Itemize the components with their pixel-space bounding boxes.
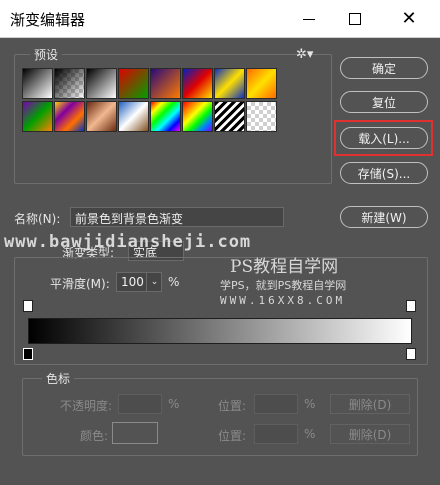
opacity-location-label: 位置:	[218, 399, 247, 413]
preset-swatch-fg-bg[interactable]	[22, 68, 53, 99]
preset-swatch-black-white[interactable]	[86, 68, 117, 99]
watermark-domain: WWW.16XX8.COM	[220, 294, 346, 307]
close-icon: ✕	[401, 8, 417, 29]
ok-button[interactable]: 确定	[340, 57, 428, 79]
new-button[interactable]: 新建(W)	[340, 206, 428, 228]
preset-swatch-transparent-rainbow[interactable]	[182, 101, 213, 132]
maximize-button[interactable]	[332, 0, 378, 38]
color-stop-left[interactable]	[23, 348, 33, 360]
gradient-preview-bar[interactable]	[28, 318, 412, 344]
color-stops-label: 色标	[42, 370, 75, 387]
opacity-unit: %	[168, 397, 180, 411]
color-swatch[interactable]	[112, 422, 158, 444]
smoothness-label: 平滑度(M):	[50, 277, 110, 291]
preset-swatch-grid	[22, 68, 322, 136]
presets-gear-icon[interactable]: ✲▾	[296, 47, 313, 62]
preset-swatch-copper[interactable]	[86, 101, 117, 132]
opacity-stop-left[interactable]	[23, 300, 33, 312]
color-location-label: 位置:	[218, 429, 247, 443]
preset-swatch-red-green[interactable]	[118, 68, 149, 99]
preset-swatch-violet-green-orange[interactable]	[22, 101, 53, 132]
color-stops-group	[22, 378, 418, 456]
watermark-url: www.bawjidiansheji.com	[4, 232, 252, 252]
opacity-stop-right[interactable]	[406, 300, 416, 312]
preset-swatch-spectrum[interactable]	[150, 101, 181, 132]
color-stop-right[interactable]	[406, 348, 416, 360]
color-label: 颜色:	[80, 429, 109, 443]
reset-button[interactable]: 复位	[340, 91, 428, 113]
preset-swatch-transparent-stripes[interactable]	[214, 101, 245, 132]
color-location-unit: %	[304, 427, 316, 441]
name-field[interactable]: 前景色到背景色渐变	[70, 207, 284, 227]
color-location-input[interactable]	[254, 424, 298, 444]
smoothness-dropdown-icon[interactable]: ⌄	[146, 272, 162, 292]
preset-swatch-chrome[interactable]	[118, 101, 149, 132]
opacity-input[interactable]	[118, 394, 162, 414]
delete-opacity-stop-button[interactable]: 删除(D)	[330, 394, 410, 414]
watermark-ps-site: PS教程自学网	[230, 257, 339, 277]
window-title: 渐变编辑器	[10, 11, 86, 29]
gradient-group	[14, 257, 428, 365]
delete-color-stop-button[interactable]: 删除(D)	[330, 424, 410, 444]
save-button[interactable]: 存储(S)...	[340, 162, 428, 184]
name-label: 名称(N):	[14, 212, 61, 226]
opacity-location-input[interactable]	[254, 394, 298, 414]
smoothness-unit: %	[168, 275, 180, 289]
preset-swatch-fg-transparent[interactable]	[54, 68, 85, 99]
preset-swatch-empty-transparent[interactable]	[246, 101, 277, 132]
preset-swatch-blue-yellow-blue[interactable]	[214, 68, 245, 99]
minimize-icon	[303, 18, 315, 20]
watermark-tagline: 学PS，就到PS教程自学网	[220, 279, 347, 292]
maximize-icon	[349, 13, 361, 25]
preset-swatch-yellow-violet-orange-blue[interactable]	[54, 101, 85, 132]
preset-swatch-blue-red-yellow[interactable]	[182, 68, 213, 99]
preset-swatch-violet-orange[interactable]	[150, 68, 181, 99]
load-button-highlight	[334, 120, 433, 156]
title-bar: 渐变编辑器 ✕	[0, 0, 440, 38]
close-button[interactable]: ✕	[386, 0, 432, 38]
preset-swatch-orange-yellow-orange[interactable]	[246, 68, 277, 99]
opacity-location-unit: %	[304, 397, 316, 411]
presets-label: 预设	[30, 46, 63, 63]
opacity-label: 不透明度:	[60, 399, 113, 413]
minimize-button[interactable]	[286, 0, 332, 38]
